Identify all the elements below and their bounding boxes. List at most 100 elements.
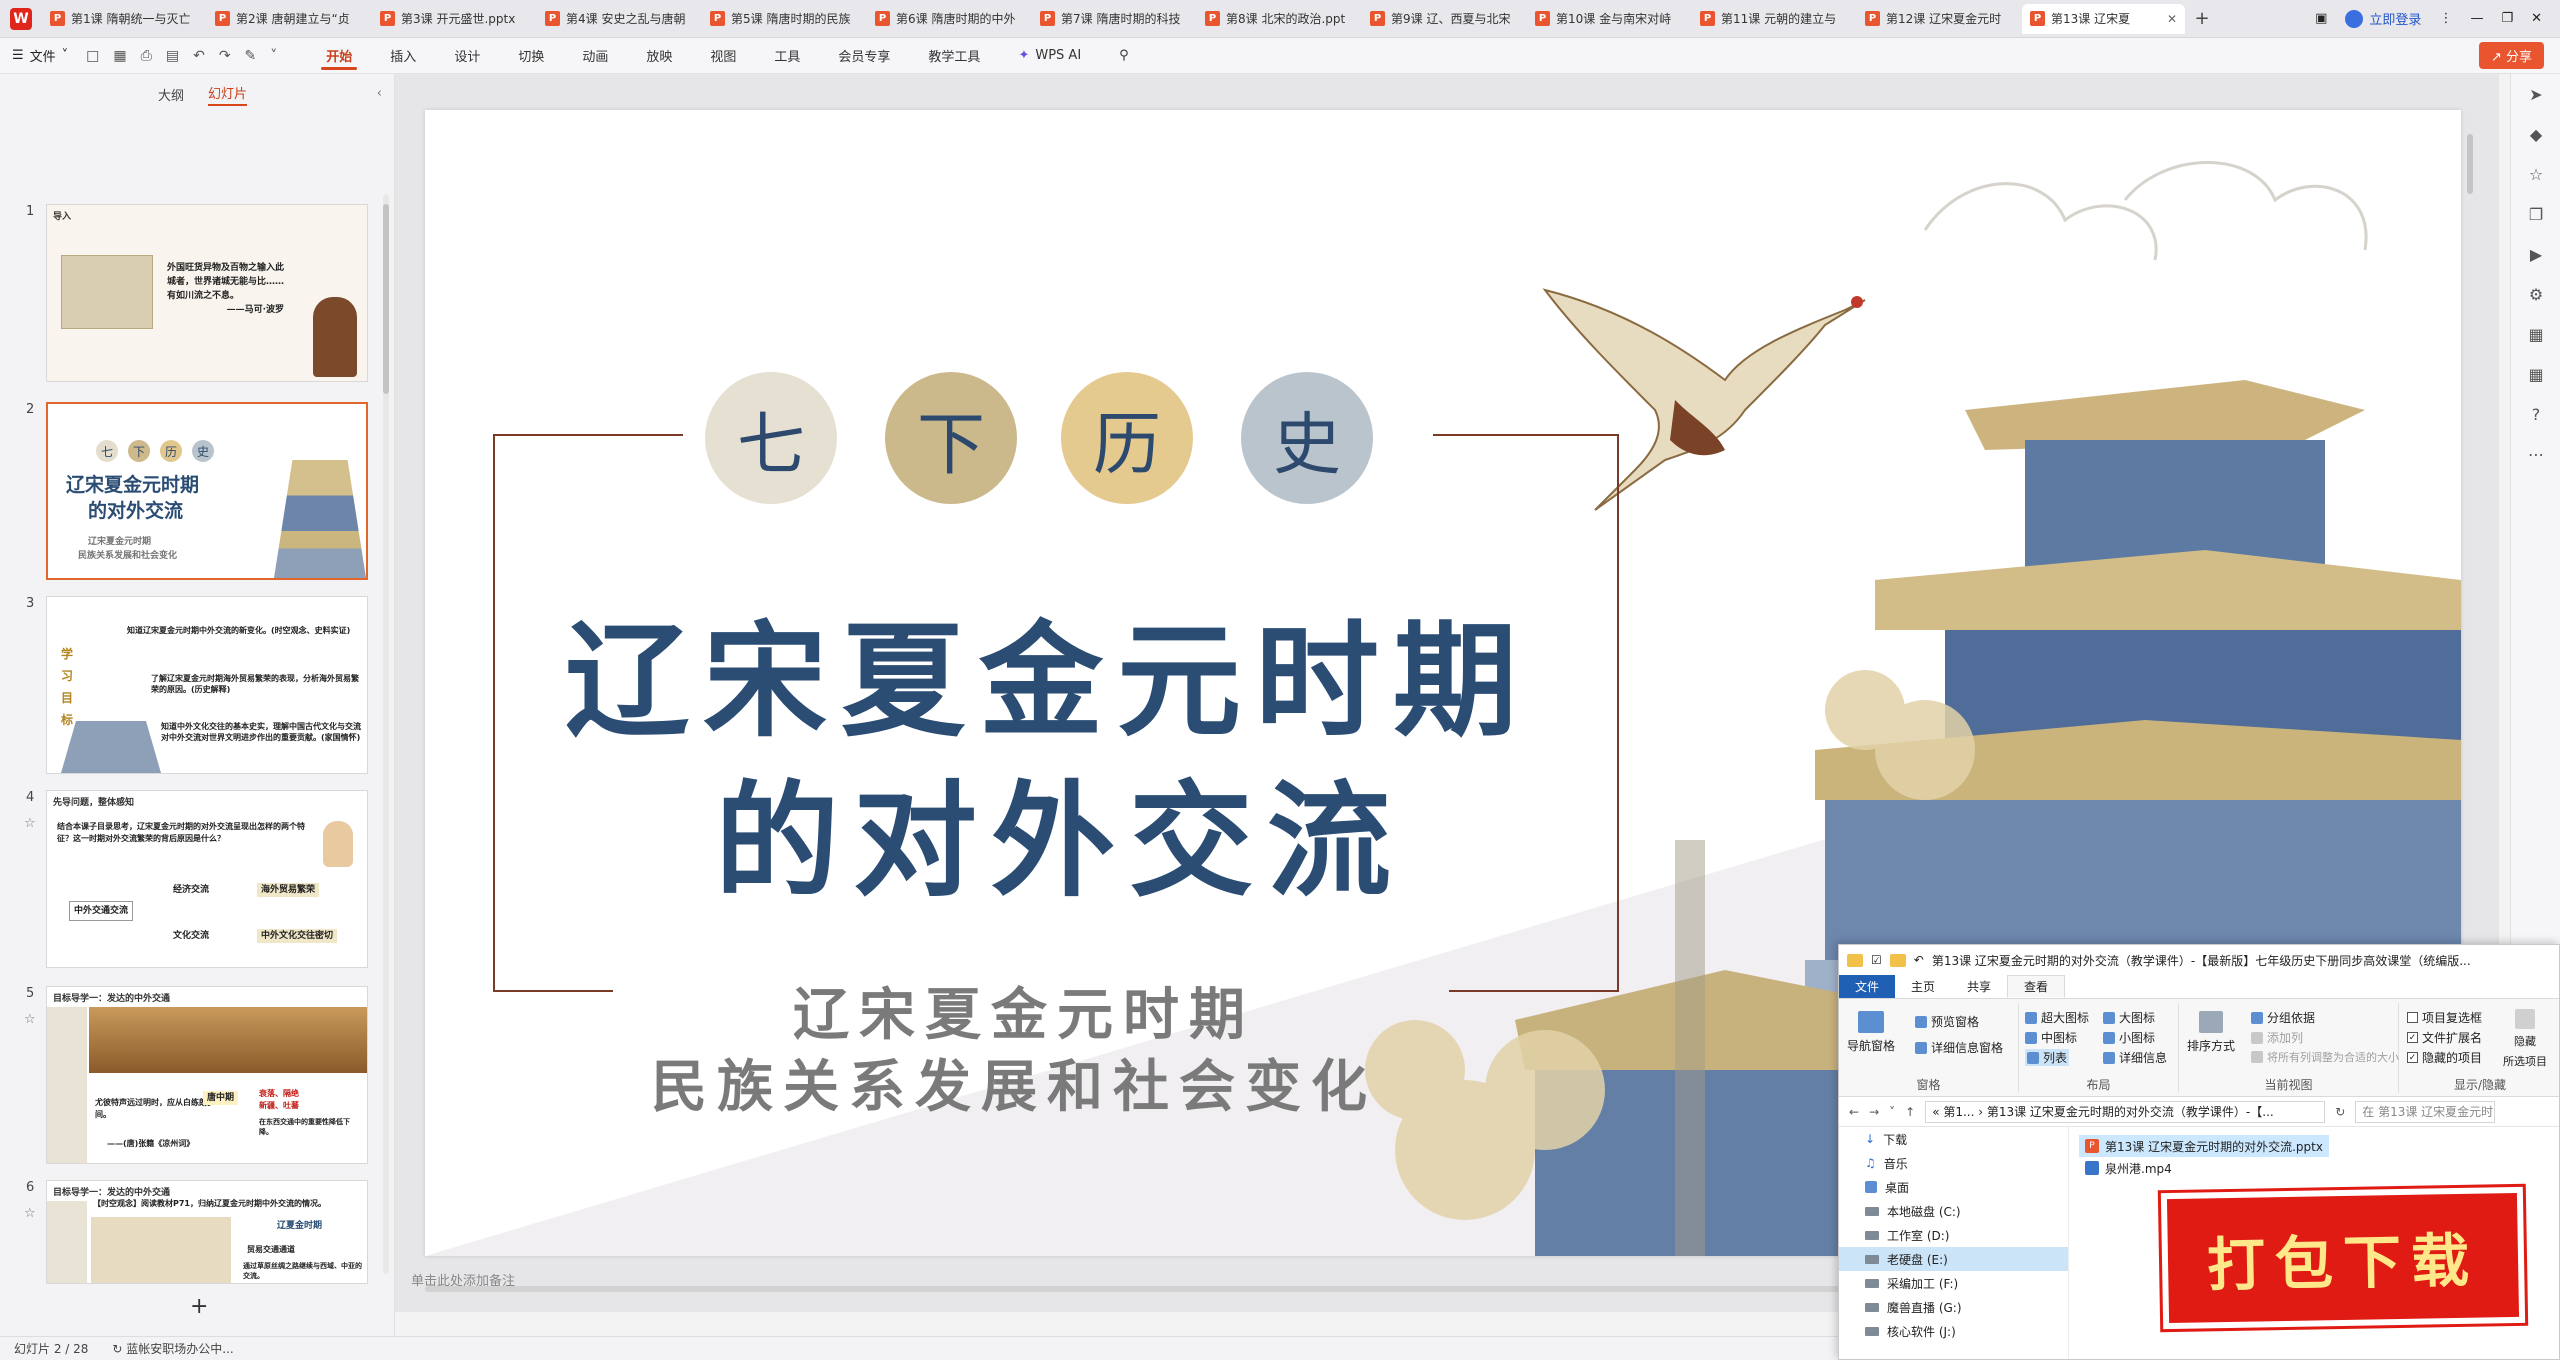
- document-tab[interactable]: P 第2课 唐朝建立与“贞: [207, 4, 370, 34]
- layout-medium-icons[interactable]: 中图标: [2025, 1029, 2077, 1046]
- details-pane-button[interactable]: 详细信息窗格: [1915, 1039, 2003, 1056]
- hide-selected-button[interactable]: 隐藏 所选项目: [2503, 1009, 2547, 1069]
- group-by-button[interactable]: 分组依据: [2251, 1009, 2315, 1026]
- menu-tab[interactable]: 切换: [499, 38, 563, 74]
- menu-tab[interactable]: 设计: [435, 38, 499, 74]
- share-button[interactable]: ↗ 分享: [2478, 42, 2544, 69]
- close-window-icon[interactable]: ✕: [2531, 11, 2542, 26]
- chevron-down-icon[interactable]: ˅: [1889, 1105, 1895, 1119]
- back-icon[interactable]: ←: [1849, 1105, 1859, 1119]
- slide-thumbnail-4[interactable]: 4 ☆ 先导问题，整体感知 结合本课子目录思考，辽宋夏金元时期的对外交流呈现出怎…: [0, 790, 380, 970]
- search-icon[interactable]: ⚲: [1100, 38, 1148, 74]
- window-icon[interactable]: ▣: [2315, 11, 2327, 26]
- copy-icon[interactable]: ❐: [2511, 194, 2560, 234]
- up-icon[interactable]: ↑: [1905, 1105, 1915, 1119]
- print-icon[interactable]: ⎙: [141, 48, 152, 64]
- document-tab[interactable]: P 第13课 辽宋夏 ✕: [2022, 3, 2185, 34]
- nav-item-drive-f[interactable]: 采编加工 (F:): [1839, 1271, 2068, 1295]
- document-tab[interactable]: P 第7课 隋唐时期的科技: [1032, 4, 1195, 34]
- close-tab-icon[interactable]: ✕: [2167, 12, 2177, 26]
- menu-tab[interactable]: 动画: [563, 38, 627, 74]
- new-tab-button[interactable]: +: [2187, 8, 2217, 29]
- nav-item-drive-e[interactable]: 老硬盘 (E:): [1839, 1247, 2068, 1271]
- nav-item-drive-g[interactable]: 魔兽直播 (G:): [1839, 1295, 2068, 1319]
- collapse-panel-icon[interactable]: ‹: [377, 86, 382, 101]
- ribbon-tab-share[interactable]: 共享: [1951, 975, 2007, 998]
- menu-tab[interactable]: 教学工具: [909, 38, 999, 74]
- star-icon[interactable]: ☆: [24, 816, 36, 831]
- ribbon-tab-file[interactable]: 文件: [1839, 975, 1896, 998]
- star-icon[interactable]: ☆: [24, 1206, 36, 1221]
- slide-thumbnail-2[interactable]: 2 七 下 历 史 辽宋夏金元时期 的对外交流 辽宋夏金元时期 民族关系发展和社…: [0, 402, 380, 582]
- export-pdf-icon[interactable]: ▤: [166, 48, 179, 64]
- checkbox-icon[interactable]: ☑: [1871, 953, 1882, 967]
- menu-tab[interactable]: 会员专享: [819, 38, 909, 74]
- file-menu[interactable]: ☰ 文件 ˅: [12, 46, 68, 65]
- document-tab[interactable]: P 第5课 隋唐时期的民族: [702, 4, 865, 34]
- help-icon[interactable]: ?: [2511, 394, 2560, 434]
- vertical-scrollbar[interactable]: [2467, 134, 2473, 194]
- slide-thumbnail-5[interactable]: 5 ☆ 目标导学一：发达的中外交通 尤彼特声远过明时，应从白练朗岁间。 ——(唐…: [0, 986, 380, 1166]
- sort-by-button[interactable]: 排序方式: [2187, 1011, 2235, 1054]
- layout-large-icons[interactable]: 大图标: [2103, 1009, 2155, 1026]
- menu-tab[interactable]: 工具: [755, 38, 819, 74]
- document-tab[interactable]: P 第9课 辽、西夏与北宋: [1362, 4, 1525, 34]
- nav-item-music[interactable]: ♫ 音乐: [1839, 1151, 2068, 1175]
- new-doc-icon[interactable]: □: [86, 48, 99, 64]
- undo-icon[interactable]: ↶: [193, 48, 205, 64]
- refresh-icon[interactable]: ↻: [2335, 1105, 2345, 1119]
- wps-logo-icon[interactable]: W: [0, 0, 42, 38]
- minimize-icon[interactable]: —: [2470, 11, 2483, 26]
- layout-xl-icons[interactable]: 超大图标: [2025, 1009, 2089, 1026]
- add-slide-button[interactable]: +: [190, 1294, 208, 1319]
- animation-icon[interactable]: ▶: [2511, 234, 2560, 274]
- ribbon-tab-home[interactable]: 主页: [1895, 975, 1951, 998]
- menu-tab[interactable]: 放映: [627, 38, 691, 74]
- cursor-icon[interactable]: ➤: [2511, 74, 2560, 114]
- document-tab[interactable]: P 第1课 隋朝统一与灭亡: [42, 4, 205, 34]
- document-tab[interactable]: P 第6课 隋唐时期的中外: [867, 4, 1030, 34]
- file-item-pptx[interactable]: P 第13课 辽宋夏金元时期的对外交流.pptx: [2079, 1135, 2329, 1157]
- layout-details[interactable]: 详细信息: [2103, 1049, 2167, 1066]
- preview-pane-button[interactable]: 预览窗格: [1915, 1013, 1979, 1030]
- more-icon[interactable]: ⋯: [2511, 434, 2560, 474]
- nav-item-drive-j[interactable]: 核心软件 (J:): [1839, 1319, 2068, 1343]
- file-item-mp4[interactable]: 泉州港.mp4: [2079, 1157, 2329, 1179]
- star-icon[interactable]: ☆: [2511, 154, 2560, 194]
- login-button[interactable]: 立即登录: [2345, 9, 2421, 28]
- ribbon-tab-view[interactable]: 查看: [2007, 975, 2066, 998]
- hidden-items-toggle[interactable]: ✓ 隐藏的项目: [2407, 1049, 2482, 1066]
- menu-tab[interactable]: 视图: [691, 38, 755, 74]
- nav-item-drive-c[interactable]: 本地磁盘 (C:): [1839, 1199, 2068, 1223]
- shapes-icon[interactable]: ◆: [2511, 114, 2560, 154]
- menu-tab[interactable]: 插入: [371, 38, 435, 74]
- download-package-stamp[interactable]: 打包下载: [2160, 1186, 2526, 1330]
- nav-item-drive-d[interactable]: 工作室 (D:): [1839, 1223, 2068, 1247]
- layout-small-icons[interactable]: 小图标: [2103, 1029, 2155, 1046]
- slide-thumbnail-1[interactable]: 1 导入 外国旺货异物及百物之输入此 城者，世界诸城无能与比…… 有如川流之不息…: [0, 204, 380, 384]
- more-icon[interactable]: ˅: [270, 48, 277, 64]
- forward-icon[interactable]: →: [1869, 1105, 1879, 1119]
- format-painter-icon[interactable]: ✎: [245, 48, 257, 64]
- tab-outline[interactable]: 大纲: [158, 85, 184, 104]
- menu-tab[interactable]: 开始: [307, 38, 371, 74]
- slide-thumbnail-6[interactable]: 6 ☆ 目标导学一：发达的中外交通 【时空观念】阅读教材P71，归纳辽夏金元时期…: [0, 1180, 380, 1360]
- settings-icon[interactable]: ⚙: [2511, 274, 2560, 314]
- nav-pane-button[interactable]: 导航窗格: [1847, 1011, 1895, 1054]
- nav-item-desktop[interactable]: 桌面: [1839, 1175, 2068, 1199]
- document-tab[interactable]: P 第8课 北宋的政治.ppt: [1197, 4, 1360, 34]
- document-tab[interactable]: P 第12课 辽宋夏金元时: [1857, 4, 2020, 34]
- nav-item-downloads[interactable]: ↓ 下载: [1839, 1127, 2068, 1151]
- horizontal-scrollbar[interactable]: [425, 1286, 1865, 1292]
- fit-columns-button[interactable]: 将所有列调整为合适的大小: [2251, 1049, 2399, 1065]
- document-tab[interactable]: P 第4课 安史之乱与唐朝: [537, 4, 700, 34]
- item-checkboxes-toggle[interactable]: 项目复选框: [2407, 1009, 2482, 1026]
- file-extensions-toggle[interactable]: ✓ 文件扩展名: [2407, 1029, 2482, 1046]
- thumbnail-scrollbar[interactable]: [383, 194, 389, 1274]
- save-icon[interactable]: ▦: [113, 48, 126, 64]
- document-tab[interactable]: P 第11课 元朝的建立与: [1692, 4, 1855, 34]
- undo-icon[interactable]: ↶: [1914, 953, 1924, 967]
- slide-thumbnail-3[interactable]: 3 学习目标 知道辽宋夏金元时期中外交流的新变化。(时空观念、史料实证) 了解辽…: [0, 596, 380, 776]
- add-column-button[interactable]: 添加列: [2251, 1029, 2303, 1046]
- restore-icon[interactable]: ❐: [2501, 11, 2513, 26]
